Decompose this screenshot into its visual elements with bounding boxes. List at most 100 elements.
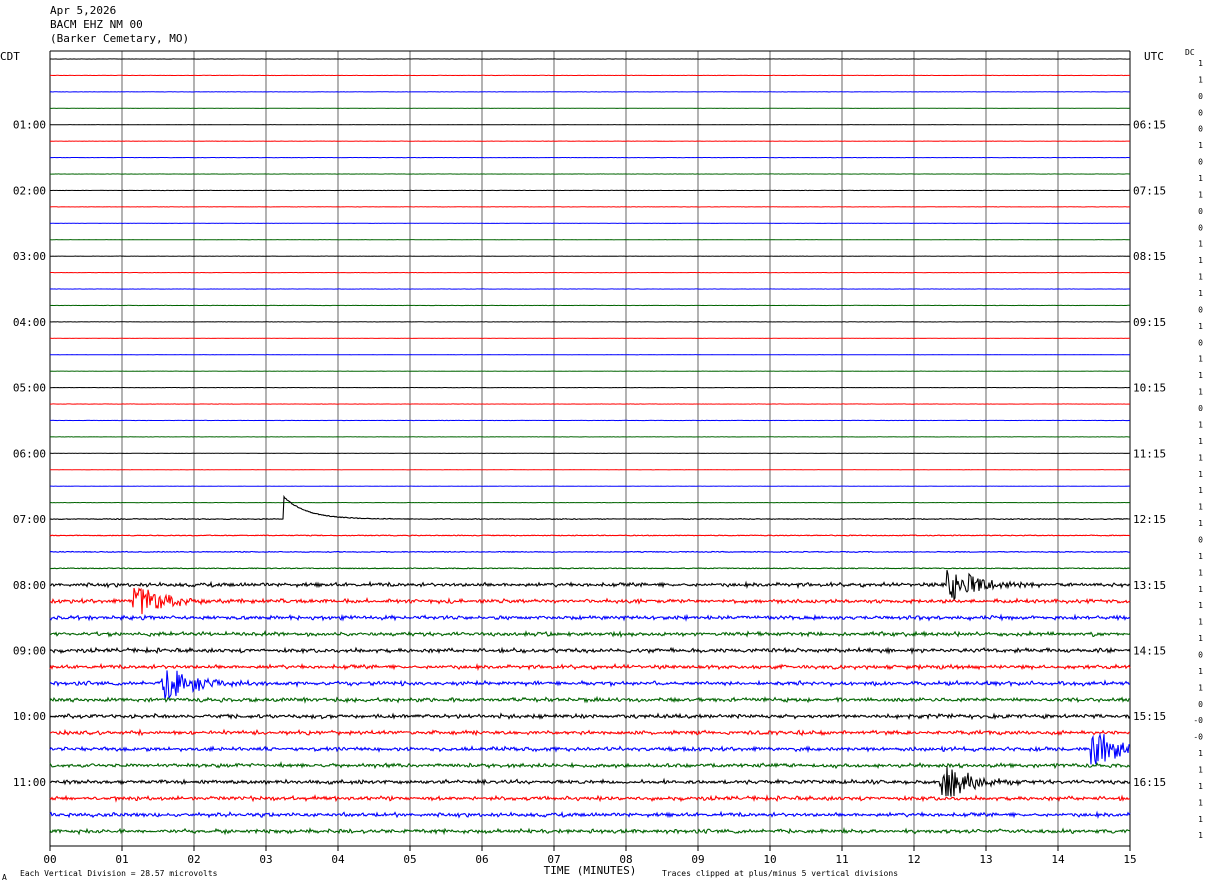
dc-value: 1 [1198, 388, 1203, 397]
corner-mark: A [2, 873, 7, 882]
dc-value: 0 [1198, 92, 1203, 101]
seismic-trace [50, 494, 1131, 521]
dc-offset-column: 1 1 0 0 0 1 0 1 1 0 0 1 1 1 1 0 1 0 1 1 1 0 1 1 1 1 1 1 1 0 1 1 1 1 1 1 0 1 1 0… [1193, 59, 1203, 840]
utc-hour-labels: 06:15 07:15 08:15 09:15 10:15 11:15 12:15 13:15… [1133, 119, 1166, 789]
x-tick-label: 02 [187, 853, 200, 866]
seismic-trace [49, 732, 1131, 765]
dc-value: 1 [1198, 815, 1203, 824]
dc-value: 1 [1198, 667, 1203, 676]
x-tick-label: 00 [43, 853, 56, 866]
utc-hour-label: 13:15 [1133, 579, 1166, 592]
dc-value: 1 [1198, 568, 1203, 577]
dc-value: 1 [1198, 765, 1203, 774]
seismic-trace [49, 712, 1131, 721]
dc-value: 1 [1198, 503, 1203, 512]
x-tick-label: 05 [403, 853, 416, 866]
utc-hour-label: 06:15 [1133, 119, 1166, 132]
cdt-hour-label: 02:00 [13, 184, 46, 197]
dc-value: 0 [1198, 207, 1203, 216]
scale-note: Each Vertical Division = 28.57 microvolt… [20, 869, 218, 878]
utc-hour-label: 15:15 [1133, 710, 1166, 723]
dc-value: 0 [1198, 700, 1203, 709]
dc-value: 1 [1198, 683, 1203, 692]
seismic-trace [49, 613, 1131, 622]
seismic-trace [49, 534, 1130, 537]
time-axis: 00 01 02 03 04 05 06 07 08 09 10 11 12 13 14 15 [43, 845, 1137, 866]
dc-value: 1 [1198, 519, 1203, 528]
dc-value: 1 [1198, 240, 1203, 249]
x-tick-label: 10 [763, 853, 776, 866]
x-tick-label: 06 [475, 853, 488, 866]
dc-value: 0 [1198, 223, 1203, 232]
dc-value: 1 [1198, 355, 1203, 364]
dc-value: 0 [1198, 125, 1203, 134]
dc-value: 1 [1198, 618, 1203, 627]
dc-value: 1 [1198, 420, 1203, 429]
dc-value: 1 [1198, 256, 1203, 265]
utc-hour-label: 07:15 [1133, 184, 1166, 197]
utc-hour-label: 11:15 [1133, 447, 1166, 460]
dc-value: 1 [1198, 749, 1203, 758]
seismic-trace [49, 810, 1131, 819]
dc-value: 1 [1198, 437, 1203, 446]
cdt-hour-label: 01:00 [13, 119, 46, 132]
seismic-trace [49, 662, 1131, 672]
seismic-trace [49, 567, 1130, 570]
cdt-hour-label: 06:00 [13, 447, 46, 460]
seismic-trace [50, 569, 1131, 602]
x-tick-label: 04 [331, 853, 345, 866]
dc-value: 1 [1198, 75, 1203, 84]
seismic-trace [49, 728, 1130, 737]
x-tick-label: 12 [907, 853, 920, 866]
dc-value: 1 [1198, 322, 1203, 331]
x-tick-label: 13 [979, 853, 992, 866]
seismic-trace [49, 695, 1131, 704]
dc-value: 1 [1198, 470, 1203, 479]
cdt-hour-label: 10:00 [13, 710, 46, 723]
dc-value: 1 [1198, 782, 1203, 791]
cdt-hour-label: 08:00 [13, 579, 46, 592]
x-axis-label: TIME (MINUTES) [544, 864, 637, 877]
utc-hour-label: 14:15 [1133, 644, 1166, 657]
dc-value: 1 [1198, 831, 1203, 840]
dc-value: 0 [1198, 535, 1203, 544]
x-tick-label: 11 [835, 853, 848, 866]
dc-value: 0 [1198, 108, 1203, 117]
seismic-trace [49, 629, 1131, 639]
utc-hour-label: 12:15 [1133, 513, 1166, 526]
minute-grid [49, 50, 1131, 846]
seismic-traces [49, 58, 1131, 836]
seismic-trace [49, 587, 1131, 615]
utc-hour-label: 10:15 [1133, 382, 1166, 395]
utc-hour-label: 16:15 [1133, 776, 1166, 789]
dc-value: 1 [1198, 585, 1203, 594]
dc-value: -0 [1193, 733, 1203, 742]
x-tick-label: 14 [1051, 853, 1065, 866]
cdt-hour-label: 05:00 [13, 382, 46, 395]
dc-value: 0 [1198, 158, 1203, 167]
helicorder-chart: 00 01 02 03 04 05 06 07 08 09 10 11 12 13 14 15 01:0002… [2, 50, 1203, 882]
dc-value: 1 [1198, 486, 1203, 495]
dc-value: 1 [1198, 453, 1203, 462]
seismic-trace [49, 761, 1131, 770]
seismic-trace [49, 827, 1131, 836]
dc-value: 1 [1198, 174, 1203, 183]
cdt-hour-label: 09:00 [13, 644, 46, 657]
dc-value: 1 [1198, 634, 1203, 643]
cdt-hour-label: 07:00 [13, 513, 46, 526]
dc-value: 1 [1198, 601, 1203, 610]
dc-value: 0 [1198, 305, 1203, 314]
cdt-hour-labels: 01:00 02:00 03:00 04:00 05:00 06:00 07:00 08:00… [13, 119, 46, 789]
dc-value: -0 [1193, 716, 1203, 725]
cdt-hour-label: 11:00 [13, 776, 46, 789]
x-tick-label: 09 [691, 853, 704, 866]
seismic-trace [49, 670, 1131, 701]
x-tick-label: 01 [115, 853, 128, 866]
seismic-trace [49, 794, 1130, 803]
dc-value: 0 [1198, 650, 1203, 659]
cdt-hour-label: 04:00 [13, 316, 46, 329]
utc-hour-label: 08:15 [1133, 250, 1166, 263]
dc-value: 1 [1198, 552, 1203, 561]
seismic-trace [49, 646, 1131, 655]
dc-value: 1 [1198, 141, 1203, 150]
